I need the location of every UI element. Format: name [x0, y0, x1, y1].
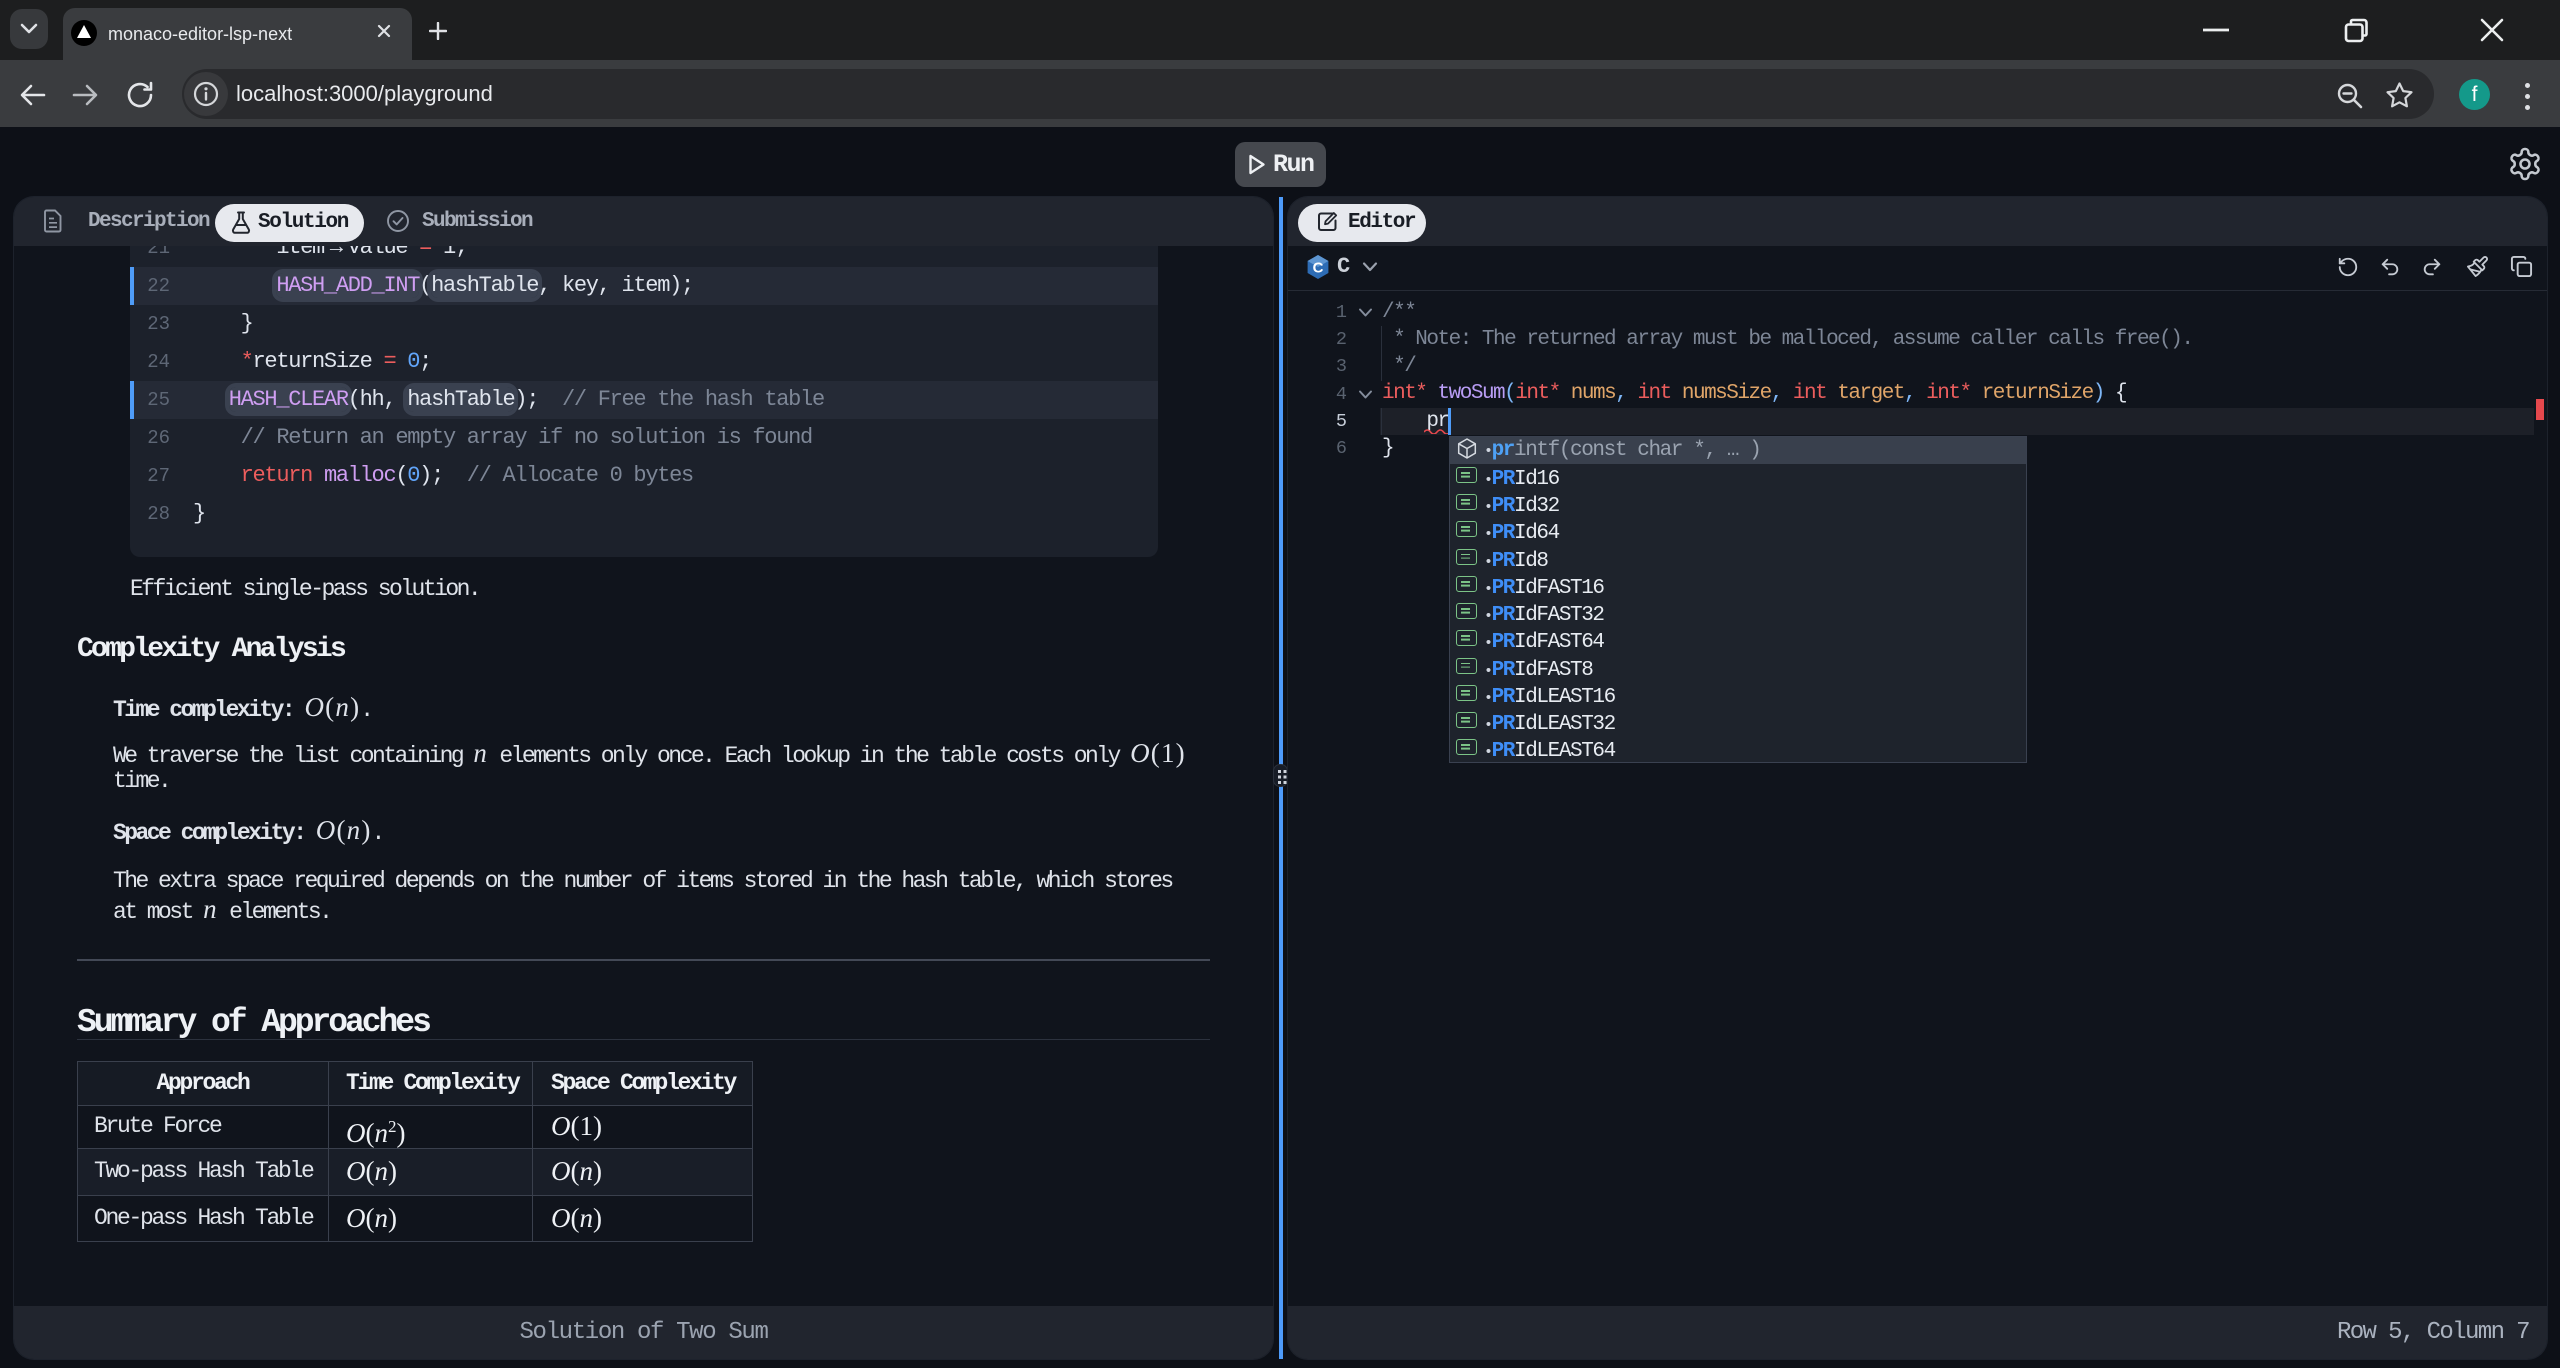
svg-text:C: C	[1313, 260, 1324, 277]
